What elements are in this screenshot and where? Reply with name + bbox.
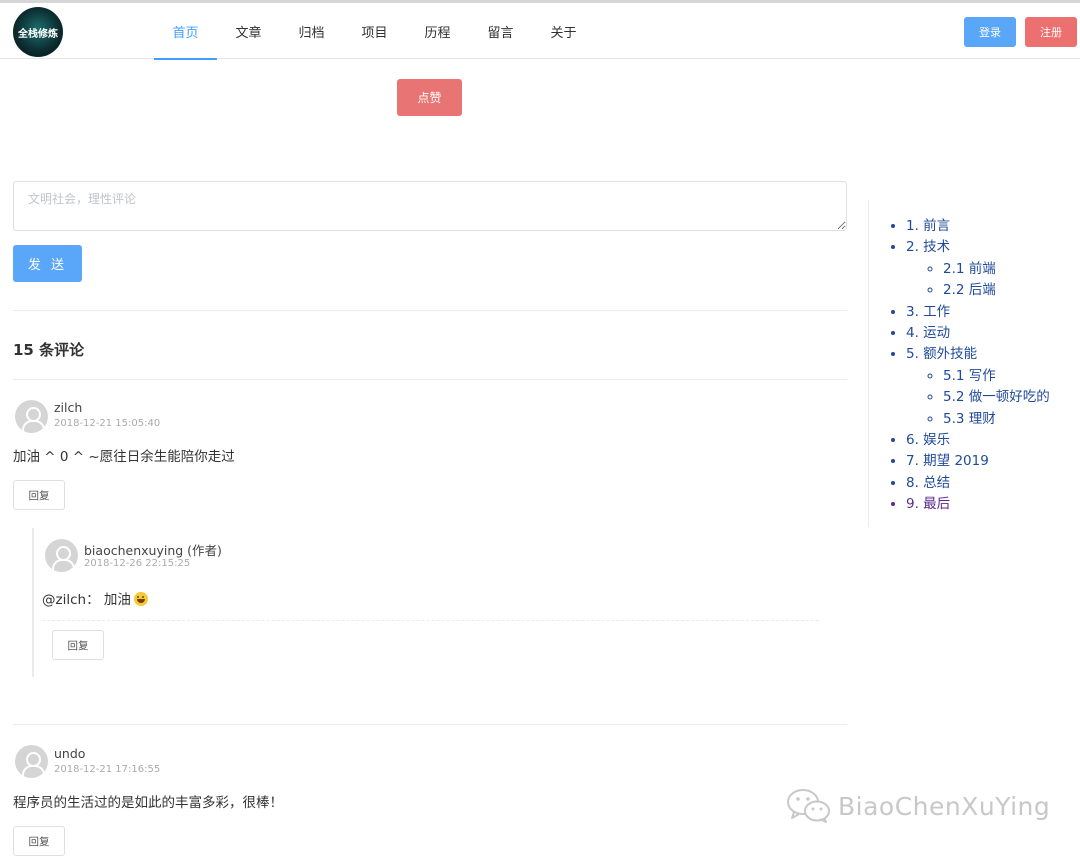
nav-item-projects[interactable]: 项目	[343, 3, 406, 59]
toc-item[interactable]: 9. 最后	[906, 494, 1050, 515]
toc-list: 1. 前言 2. 技术 2.1 前端 2.2 后端 3. 工作 4. 运动 5.…	[906, 216, 1050, 516]
toc-item[interactable]: 7. 期望 2019	[906, 451, 1050, 472]
toc-link[interactable]: 5.1 写作	[943, 368, 996, 384]
grinning-emoji-icon	[133, 592, 148, 606]
toc-link[interactable]: 2. 技术	[906, 239, 950, 255]
table-of-contents: 1. 前言 2. 技术 2.1 前端 2.2 后端 3. 工作 4. 运动 5.…	[868, 200, 1080, 527]
nav-item-articles[interactable]: 文章	[217, 3, 280, 59]
toc-item[interactable]: 5. 额外技能 5.1 写作 5.2 做一顿好吃的 5.3 理财	[906, 344, 1050, 430]
main-nav: 首页 文章 归档 项目 历程 留言 关于	[154, 3, 595, 60]
site-logo[interactable]: 全栈修炼	[13, 7, 63, 57]
send-button[interactable]: 发 送	[13, 245, 82, 282]
comment-text: 加油 ^ 0 ^ ~愿往日余生能陪你走过	[13, 449, 235, 465]
login-button[interactable]: 登录	[964, 17, 1016, 47]
comment-divider	[13, 724, 847, 725]
reply-thread-bar	[32, 528, 34, 677]
wechat-watermark: BiaoChenXuYing	[786, 786, 1050, 826]
section-divider	[13, 379, 847, 380]
toc-link[interactable]: 6. 娱乐	[906, 432, 950, 448]
comment-author: biaochenxuying (作者)	[84, 543, 222, 558]
toc-link[interactable]: 4. 运动	[906, 325, 950, 341]
nav-item-timeline[interactable]: 历程	[406, 3, 469, 59]
toc-item[interactable]: 1. 前言	[906, 216, 1050, 237]
register-button[interactable]: 注册	[1025, 17, 1077, 47]
toc-item[interactable]: 3. 工作	[906, 302, 1050, 323]
toc-subitem[interactable]: 5.2 做一顿好吃的	[943, 387, 1050, 408]
comment-text: 程序员的生活过的是如此的丰富多彩，很棒！	[13, 795, 283, 811]
like-button[interactable]: 点赞	[397, 79, 462, 116]
comment-input[interactable]	[13, 181, 847, 231]
toc-link[interactable]: 9. 最后	[906, 496, 950, 512]
toc-item[interactable]: 2. 技术 2.1 前端 2.2 后端	[906, 237, 1050, 301]
site-header: 全栈修炼 首页 文章 归档 项目 历程 留言 关于 登录 注册	[0, 3, 1080, 60]
toc-link[interactable]: 2.2 后端	[943, 282, 996, 298]
reply-button[interactable]: 回复	[13, 826, 65, 856]
comment-count-title: 15 条评论	[13, 341, 85, 359]
toc-subitem[interactable]: 5.3 理财	[943, 409, 1050, 430]
reply-button[interactable]: 回复	[52, 630, 104, 660]
toc-link[interactable]: 1. 前言	[906, 218, 950, 234]
comment-time: 2018-12-21 17:16:55	[54, 764, 161, 775]
comment-time: 2018-12-21 15:05:40	[54, 418, 161, 429]
toc-link[interactable]: 3. 工作	[906, 304, 950, 320]
avatar	[45, 539, 78, 572]
wechat-icon	[787, 789, 830, 823]
toc-sublist: 5.1 写作 5.2 做一顿好吃的 5.3 理财	[906, 366, 1050, 430]
logo-text: 全栈修炼	[18, 28, 58, 40]
nav-item-messages[interactable]: 留言	[469, 3, 532, 59]
nav-item-archive[interactable]: 归档	[280, 3, 343, 59]
toc-link[interactable]: 2.1 前端	[943, 261, 996, 277]
nav-item-about[interactable]: 关于	[532, 3, 595, 59]
avatar	[15, 400, 48, 433]
reply-divider	[42, 620, 819, 621]
comment-time: 2018-12-26 22:15:25	[84, 558, 191, 569]
reply-button[interactable]: 回复	[13, 480, 65, 510]
toc-item[interactable]: 4. 运动	[906, 323, 1050, 344]
toc-link[interactable]: 8. 总结	[906, 475, 950, 491]
toc-item[interactable]: 8. 总结	[906, 473, 1050, 494]
comment-text: @zilch： 加油	[42, 592, 131, 608]
toc-link[interactable]: 5. 额外技能	[906, 346, 977, 362]
toc-link[interactable]: 7. 期望 2019	[906, 453, 989, 469]
toc-subitem[interactable]: 2.1 前端	[943, 259, 1050, 280]
comment-author: undo	[54, 746, 86, 761]
nav-item-home[interactable]: 首页	[154, 3, 217, 60]
avatar	[15, 745, 48, 778]
toc-sublist: 2.1 前端 2.2 后端	[906, 259, 1050, 302]
toc-subitem[interactable]: 5.1 写作	[943, 366, 1050, 387]
toc-link[interactable]: 5.2 做一顿好吃的	[943, 389, 1050, 405]
watermark-text: BiaoChenXuYing	[838, 791, 1051, 821]
comment-author: zilch	[54, 400, 83, 415]
toc-subitem[interactable]: 2.2 后端	[943, 280, 1050, 301]
toc-link[interactable]: 5.3 理财	[943, 411, 996, 427]
reply-text-wrap: @zilch： 加油	[42, 588, 148, 608]
section-divider	[13, 310, 847, 311]
toc-item[interactable]: 6. 娱乐	[906, 430, 1050, 451]
